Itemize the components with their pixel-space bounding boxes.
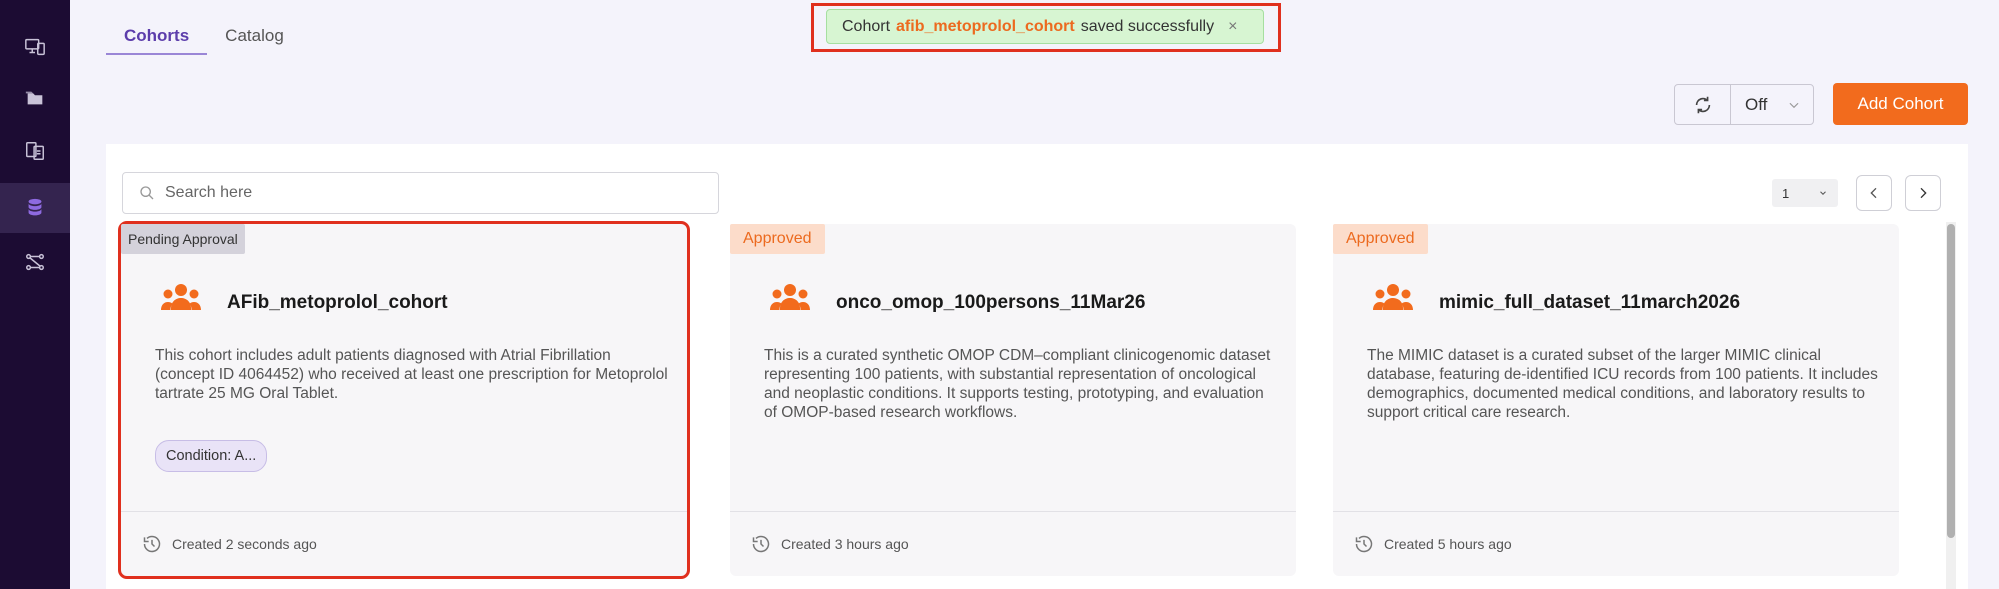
toast-suffix: saved successfully — [1080, 17, 1215, 35]
created-time: Created 3 hours ago — [781, 536, 909, 552]
status-badge: Approved — [730, 224, 825, 254]
sidebar-item-monitor[interactable] — [0, 22, 70, 72]
tab-bar: Cohorts Catalog — [106, 24, 302, 55]
chevron-down-icon — [1789, 102, 1799, 108]
toast-cohort-name: afib_metoprolol_cohort — [896, 17, 1075, 35]
previous-page-button[interactable] — [1856, 175, 1892, 211]
cohort-card[interactable]: Approved onco_omop_100persons_11Mar26 Th… — [730, 224, 1296, 576]
database-icon — [28, 198, 42, 216]
toast-highlight-frame: Cohort afib_metoprolol_cohort saved succ… — [811, 3, 1281, 52]
refresh-icon — [1695, 96, 1710, 113]
tab-cohorts[interactable]: Cohorts — [106, 24, 208, 55]
people-group-icon — [770, 284, 810, 310]
cohort-title[interactable]: AFib_metoprolol_cohort — [227, 292, 448, 314]
search-input[interactable] — [165, 184, 705, 202]
close-icon[interactable]: × — [1228, 18, 1237, 36]
next-page-button[interactable] — [1905, 175, 1941, 211]
status-badge: Pending Approval — [121, 224, 245, 254]
status-badge: Approved — [1333, 224, 1428, 254]
sidebar-item-folders[interactable] — [0, 73, 70, 123]
created-time: Created 2 seconds ago — [172, 536, 317, 552]
folders-icon — [25, 91, 43, 105]
toast-prefix: Cohort — [842, 17, 891, 35]
chevron-right-icon — [1920, 187, 1927, 199]
document-export-icon — [26, 142, 44, 160]
people-group-icon — [161, 284, 201, 310]
cohort-title[interactable]: mimic_full_dataset_11march2026 — [1439, 292, 1740, 314]
cohort-panel: 1 Pending Approval AFib_metoprolol_cohor… — [106, 144, 1968, 589]
auto-refresh-control: Off — [1674, 84, 1814, 125]
refresh-button[interactable] — [1675, 85, 1731, 124]
add-cohort-button[interactable]: Add Cohort — [1833, 83, 1968, 125]
chevron-left-icon — [1870, 187, 1877, 199]
history-icon — [1355, 535, 1373, 553]
cohort-description: This is a curated synthetic OMOP CDM–com… — [764, 347, 1271, 421]
search-box — [122, 172, 719, 214]
cohort-card[interactable]: Pending Approval AFib_metoprolol_cohort … — [118, 221, 690, 579]
tab-catalog[interactable]: Catalog — [207, 24, 302, 55]
scrollbar-thumb[interactable] — [1947, 224, 1955, 538]
history-icon — [143, 535, 161, 553]
sidebar — [0, 0, 70, 589]
sidebar-item-database[interactable] — [0, 183, 70, 233]
card-footer: Created 5 hours ago — [1333, 511, 1899, 576]
search-icon — [140, 186, 154, 200]
success-toast: Cohort afib_metoprolol_cohort saved succ… — [826, 9, 1264, 44]
workflow-icon — [26, 253, 44, 271]
cohort-card[interactable]: Approved mimic_full_dataset_11march2026 … — [1333, 224, 1899, 576]
condition-tag[interactable]: Condition: A... — [155, 440, 268, 472]
cohort-description: This cohort includes adult patients diag… — [155, 347, 668, 402]
chevron-down-icon — [1820, 191, 1826, 195]
card-footer: Created 2 seconds ago — [121, 511, 687, 576]
card-footer: Created 3 hours ago — [730, 511, 1296, 576]
refresh-interval-value: Off — [1745, 94, 1768, 114]
page-number: 1 — [1782, 185, 1790, 201]
sidebar-item-workflow[interactable] — [0, 237, 70, 287]
cohort-title[interactable]: onco_omop_100persons_11Mar26 — [836, 292, 1145, 314]
monitor-devices-icon — [25, 38, 45, 56]
people-group-icon — [1373, 284, 1413, 310]
cohort-description: The MIMIC dataset is a curated subset of… — [1367, 347, 1878, 421]
history-icon — [752, 535, 770, 553]
created-time: Created 5 hours ago — [1384, 536, 1512, 552]
page-select[interactable]: 1 — [1772, 179, 1838, 207]
sidebar-item-documents[interactable] — [0, 126, 70, 176]
refresh-interval-select[interactable]: Off — [1731, 95, 1813, 115]
